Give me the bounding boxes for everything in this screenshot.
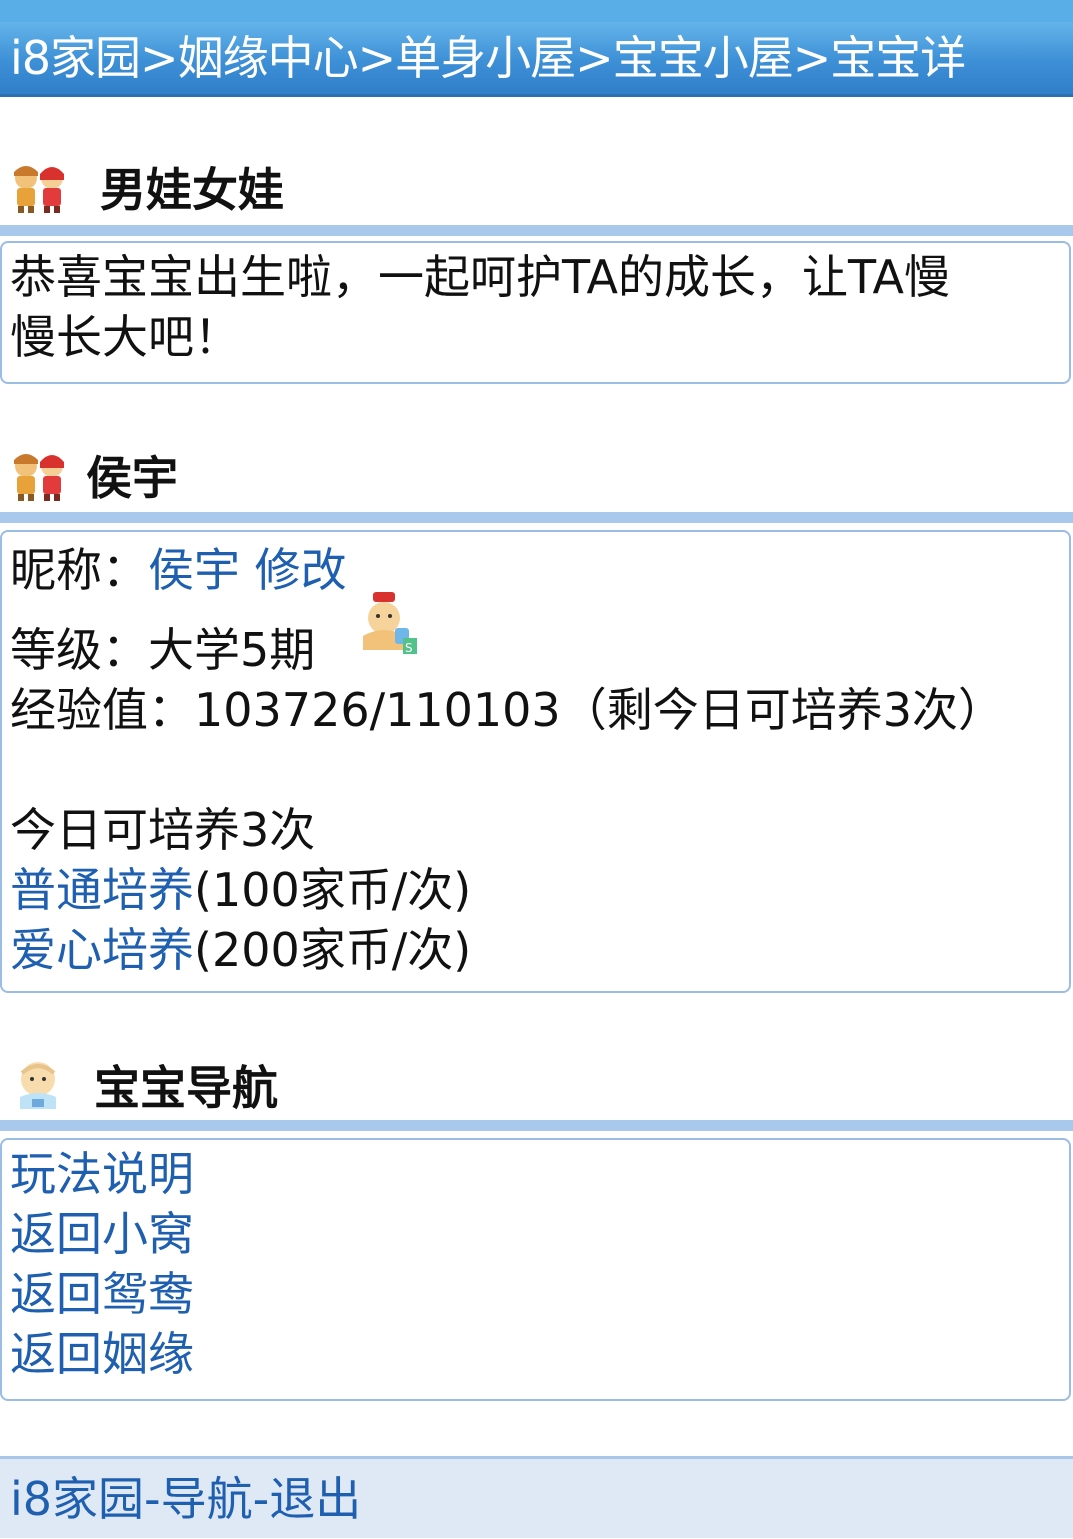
baby-icon (20, 1062, 56, 1109)
breadcrumb-baby-house[interactable]: 宝宝小屋 (613, 31, 794, 85)
footer-nav: i8家园-导航-退出 (0, 1456, 1073, 1538)
breadcrumb-marriage-center[interactable]: 姻缘中心 (178, 31, 359, 85)
boy-girl-icon (14, 166, 64, 213)
welcome-message-cont: 慢长大吧！ (10, 310, 240, 364)
baby-name-title: 侯宇 (86, 451, 178, 505)
breadcrumb-separator: > (140, 31, 179, 85)
welcome-box: 恭喜宝宝出生啦，一起呵护TA的成长，让TA慢 慢长大吧！ (0, 241, 1071, 384)
back-marriage-link[interactable]: 返回姻缘 (10, 1324, 1061, 1384)
welcome-message: 恭喜宝宝出生啦，一起呵护TA的成长，让TA慢 (10, 250, 950, 304)
breadcrumb-separator: > (575, 31, 614, 85)
nav-box: 玩法说明 返回小窝 返回鸳鸯 返回姻缘 (0, 1138, 1071, 1401)
footer-home-link[interactable]: i8家园 (10, 1472, 144, 1526)
exp-label: 经验值： (10, 683, 194, 737)
exp-row: 经验值：103726/110103（剩今日可培养3次） (10, 680, 1061, 740)
rules-link[interactable]: 玩法说明 (10, 1144, 1061, 1204)
normal-train-cost: (100家币/次) (194, 863, 472, 917)
love-train-cost: (200家币/次) (194, 923, 472, 977)
breadcrumb-single-house[interactable]: 单身小屋 (395, 31, 576, 85)
breadcrumb-separator: > (357, 31, 397, 85)
footer-separator: - (252, 1472, 270, 1526)
divider (0, 225, 1073, 236)
breadcrumb-separator: > (792, 31, 832, 85)
back-couple-link[interactable]: 返回鸳鸯 (10, 1264, 1061, 1324)
level-row: 等级：大学5期 S (10, 592, 1061, 680)
divider (0, 1120, 1073, 1131)
section-header-nav: 宝宝导航 (0, 1053, 1073, 1123)
footer-nav-link[interactable]: 导航 (161, 1472, 253, 1526)
breadcrumb-bar: i8家园>姻缘中心>单身小屋>宝宝小屋>宝宝详 (0, 0, 1073, 97)
section-header-kids: 男娃女娃 (0, 155, 1073, 225)
nickname-link[interactable]: 侯宇 (148, 543, 240, 597)
love-train-row: 爱心培养(200家币/次) (10, 920, 1061, 980)
level-value: 大学5期 (148, 623, 316, 677)
footer-separator: - (144, 1472, 161, 1526)
today-train-text: 今日可培养3次 (10, 803, 316, 857)
baby-level-icon: S (363, 592, 417, 655)
breadcrumb-current: 宝宝详 (830, 31, 966, 85)
breadcrumb: i8家园>姻缘中心>单身小屋>宝宝小屋>宝宝详 (10, 28, 966, 88)
back-home-link[interactable]: 返回小窝 (10, 1204, 1061, 1264)
section-header-baby: 侯宇 (0, 443, 1073, 513)
section-title: 男娃女娃 (100, 163, 284, 217)
boy-girl-icon (14, 454, 64, 501)
section-title: 宝宝导航 (94, 1061, 278, 1115)
normal-train-link[interactable]: 普通培养 (10, 863, 194, 917)
svg-text:S: S (405, 641, 413, 655)
exp-value: 103726/110103（剩今日可培养3次） (194, 683, 1004, 737)
edit-nickname-link[interactable]: 修改 (255, 543, 347, 597)
nickname-row: 昵称：侯宇 修改 (10, 540, 1061, 600)
nickname-label: 昵称： (10, 543, 148, 597)
breadcrumb-home[interactable]: i8家园 (10, 31, 141, 85)
divider (0, 512, 1073, 523)
normal-train-row: 普通培养(100家币/次) (10, 860, 1061, 920)
level-label: 等级： (10, 623, 148, 677)
love-train-link[interactable]: 爱心培养 (10, 923, 194, 977)
baby-info-box: 昵称：侯宇 修改 等级：大学5期 S 经验值：103726/110103（剩今日… (0, 530, 1071, 993)
footer-exit-link[interactable]: 退出 (269, 1472, 361, 1526)
